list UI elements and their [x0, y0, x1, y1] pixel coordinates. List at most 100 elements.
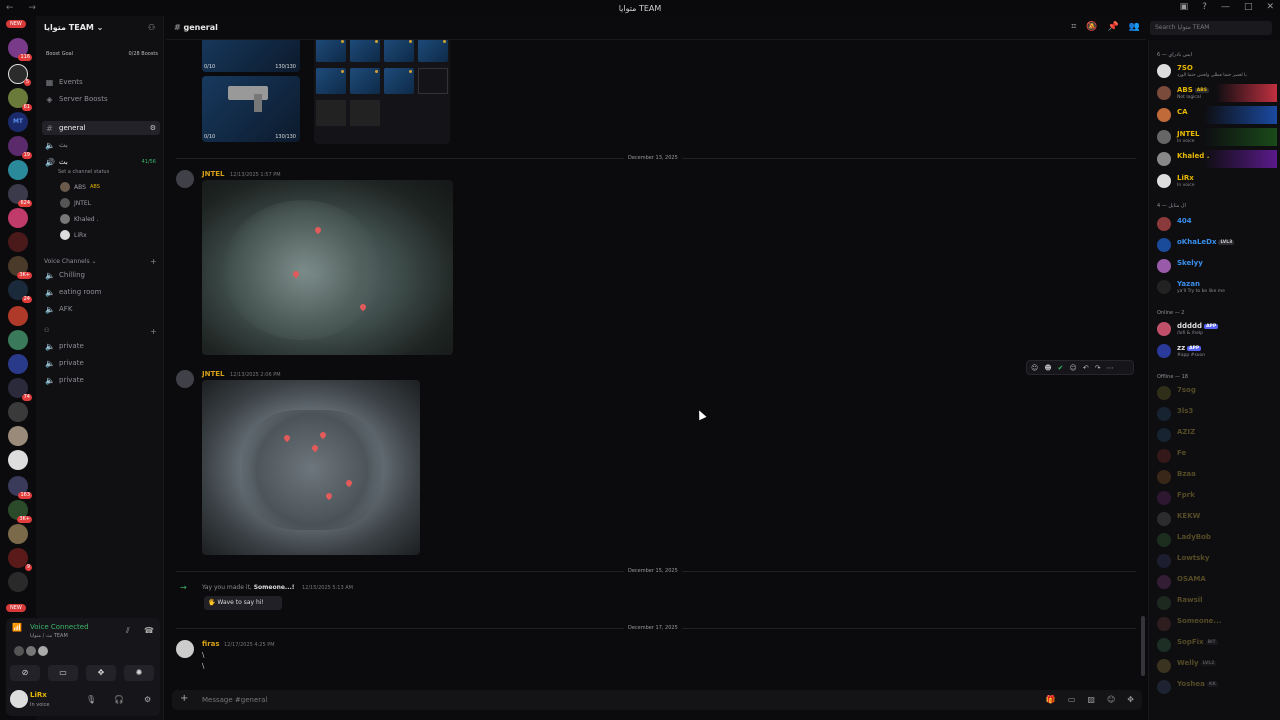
member-item[interactable]: ddddd APP/lofi & /help	[1155, 320, 1277, 338]
server-icon[interactable]: MT	[8, 112, 28, 132]
member-item[interactable]: 7sog	[1155, 384, 1277, 402]
channel-eating-room[interactable]: 🔈 eating room	[42, 285, 160, 299]
server-icon[interactable]	[8, 330, 28, 350]
server-icon[interactable]: 3K+	[8, 256, 32, 279]
video-button[interactable]: ⊘	[10, 665, 40, 681]
add-attachment-icon[interactable]: +	[180, 693, 188, 704]
notifications-icon[interactable]: 🔕	[1086, 22, 1097, 32]
server-icon[interactable]: 163	[8, 476, 32, 499]
message-author[interactable]: JNTEL	[202, 370, 224, 378]
emoji-icon[interactable]: ☺	[1107, 695, 1115, 704]
voice-user[interactable]: Khaled .	[60, 214, 98, 224]
member-item[interactable]: Fprk	[1155, 489, 1277, 507]
add-user-icon[interactable]: ⚇	[148, 23, 155, 32]
server-icon[interactable]: 9	[8, 548, 32, 571]
member-item[interactable]: Yoshea KK	[1155, 678, 1277, 696]
channel-private[interactable]: 🔈 private	[42, 339, 160, 353]
member-item[interactable]: Welly LVL2	[1155, 657, 1277, 675]
gif-icon[interactable]: ▭	[1068, 695, 1076, 704]
member-item[interactable]: KEKW	[1155, 510, 1277, 528]
screen-share-button[interactable]: ▭	[48, 665, 78, 681]
member-item[interactable]: 404	[1155, 215, 1277, 233]
channel-afk[interactable]: 🔈 AFK	[42, 302, 160, 316]
member-item[interactable]: AZIZ	[1155, 426, 1277, 444]
events-item[interactable]: ▦ Events	[42, 75, 160, 89]
category-private[interactable]: ⚇	[44, 327, 49, 334]
server-icon[interactable]	[8, 524, 28, 544]
server-icon[interactable]	[8, 426, 28, 446]
channel-broadcast[interactable]: 🔈 بث	[42, 138, 160, 152]
channel-general[interactable]: # general ⚙	[42, 121, 160, 135]
server-icon[interactable]	[8, 450, 28, 470]
soundboard-button[interactable]: ✺	[124, 665, 154, 681]
server-icon[interactable]: 61	[8, 88, 32, 111]
message-input[interactable]: + Message #general 🎁 ▭ ▨ ☺ ✥	[172, 690, 1142, 710]
member-item[interactable]: CA	[1155, 106, 1277, 124]
map-image[interactable]	[202, 180, 453, 355]
reply-icon[interactable]: ↶	[1083, 364, 1089, 372]
activities-button[interactable]: ✥	[86, 665, 116, 681]
image-attachment[interactable]	[314, 40, 450, 144]
add-channel-icon[interactable]: +	[150, 257, 157, 266]
scrollbar[interactable]	[1141, 616, 1145, 676]
maximize-icon[interactable]: □	[1244, 2, 1253, 12]
server-icon[interactable]: 624	[8, 184, 32, 207]
voice-user[interactable]: LiRx	[60, 230, 87, 240]
member-item[interactable]: SopFix BIT	[1155, 636, 1277, 654]
member-item[interactable]: Khaled .	[1155, 150, 1277, 168]
member-item[interactable]: Rawsil	[1155, 594, 1277, 612]
reaction-icon[interactable]: ☻	[1044, 364, 1051, 372]
check-icon[interactable]: ✔	[1058, 364, 1064, 372]
voice-user[interactable]: ABS ABS	[60, 182, 100, 192]
search-input[interactable]: Search متوايا TEAM	[1150, 21, 1272, 35]
help-icon[interactable]: ?	[1202, 2, 1207, 12]
member-item[interactable]: zz APP #app #soon	[1155, 342, 1277, 360]
avatar[interactable]	[176, 170, 194, 188]
members-icon[interactable]: 👥	[1129, 22, 1140, 32]
map-image[interactable]	[202, 380, 420, 555]
wave-button[interactable]: 🖐 Wave to say hi!	[204, 596, 282, 610]
gift-icon[interactable]: 🎁	[1046, 695, 1056, 704]
image-attachment[interactable]: 0/10 130/130	[202, 40, 300, 72]
pin-icon[interactable]: 📌	[1108, 22, 1119, 32]
server-icon[interactable]	[8, 160, 28, 180]
avatar[interactable]	[176, 640, 194, 658]
server-icon[interactable]: 5	[8, 64, 31, 86]
current-user-name[interactable]: LiRx	[30, 691, 47, 699]
threads-icon[interactable]: ⌗	[1071, 22, 1076, 32]
voice-user[interactable]: JNTEL	[60, 198, 91, 208]
member-item[interactable]: Fe	[1155, 447, 1277, 465]
server-icon[interactable]: 24	[8, 280, 32, 303]
message-author[interactable]: JNTEL	[202, 170, 224, 178]
server-icon[interactable]	[8, 306, 28, 326]
avatar[interactable]	[10, 690, 28, 708]
member-item[interactable]: 7SO يا لعصر حتما فطلي ولحس حتما الورد	[1155, 62, 1277, 80]
member-item[interactable]: Skelyy	[1155, 257, 1277, 275]
server-icon[interactable]: 19	[8, 136, 32, 159]
channel-chilling[interactable]: 🔈 Chilling	[42, 268, 160, 282]
server-icon[interactable]: 116	[8, 38, 32, 61]
more-icon[interactable]: ⋯	[1107, 364, 1114, 372]
member-item[interactable]: JNTEL In voice	[1155, 128, 1277, 146]
server-icon[interactable]: 3K+	[8, 500, 32, 523]
server-icon[interactable]	[8, 354, 28, 374]
avatar[interactable]	[176, 370, 194, 388]
voice-channel-active[interactable]: 🔊 بث 41/56	[42, 155, 160, 169]
add-reaction-icon[interactable]: ☺	[1070, 364, 1077, 372]
disconnect-icon[interactable]: ☎	[144, 626, 154, 635]
member-item[interactable]: Lowtsky	[1155, 552, 1277, 570]
inbox-icon[interactable]: ▣	[1180, 2, 1189, 12]
voice-location[interactable]: بث / متوايا TEAM	[30, 633, 68, 639]
member-item[interactable]: OSAMA	[1155, 573, 1277, 591]
server-icon[interactable]	[8, 572, 28, 592]
add-channel-icon[interactable]: +	[150, 327, 157, 336]
channel-private[interactable]: 🔈 private	[42, 356, 160, 370]
member-item[interactable]: Someone...	[1155, 615, 1277, 633]
signal-icon[interactable]: 📶	[12, 623, 22, 632]
sticker-icon[interactable]: ▨	[1087, 695, 1095, 704]
server-name[interactable]: متوايا TEAM ⌄	[44, 23, 103, 32]
member-item[interactable]: Bzaa	[1155, 468, 1277, 486]
member-item[interactable]: oKhaLeDx LVL3	[1155, 236, 1277, 254]
channel-private[interactable]: 🔈 private	[42, 373, 160, 387]
member-item[interactable]: Yazan ya'll Try to be like me	[1155, 278, 1277, 296]
